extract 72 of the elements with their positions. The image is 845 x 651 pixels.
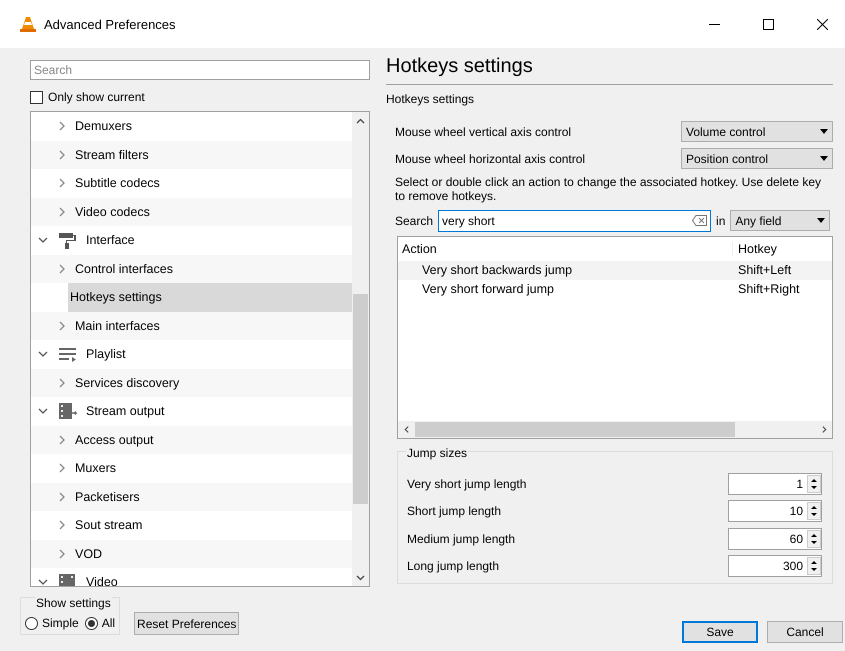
chevron-down-icon[interactable] [38,235,48,246]
tree-item[interactable]: Interface [86,226,141,254]
dialog-button[interactable]: Save [682,621,758,643]
setting-label: Mouse wheel horizontal axis control [395,152,586,166]
field-label: Medium jump length [407,532,516,546]
reset-preferences-button[interactable]: Reset Preferences [134,612,240,635]
radio-button[interactable] [25,616,38,630]
scroll-left-icon[interactable] [404,425,408,434]
number-spinbox[interactable]: 10 [728,500,822,522]
checkbox-label: Only show current [48,90,145,104]
tree-item[interactable]: Subtitle codecs [75,169,166,198]
search-field[interactable]: very short [438,210,712,232]
dropdown[interactable]: Position control [681,148,833,169]
number-spinbox[interactable]: 1 [728,472,822,495]
spin-arrows-icon[interactable] [807,474,821,493]
table-cell-text: Shift+Right [737,282,800,296]
hint-text: Select or double click an action to change the associated hotkey. Use delete key to remove hotkeys. [395,175,822,203]
caret-icon [820,156,828,161]
tree-item[interactable]: Muxers [75,454,122,482]
column-header[interactable]: Action [398,242,733,256]
field-label: Short jump length [407,504,502,518]
checkbox[interactable] [30,90,43,104]
tree-item[interactable]: Sout stream [75,511,148,540]
close-icon[interactable] [816,18,828,30]
spin-arrows-icon[interactable] [807,530,821,548]
window-title: Advanced Preferences [44,16,177,32]
section-title: Hotkeys settings [386,92,476,106]
scroll-up-icon[interactable] [356,118,365,124]
table-cell-text: Very short backwards jump [421,263,574,278]
field-label: Very short jump length [407,476,526,491]
in-label: in [716,214,726,228]
number-spinbox[interactable]: 60 [728,528,822,550]
tree-item[interactable]: VOD [75,540,108,568]
tree-item[interactable]: Demuxers [75,112,138,140]
chevron-down-icon[interactable] [38,349,48,360]
search-field[interactable]: Search [30,60,370,80]
tree-item[interactable]: Playlist [86,340,132,368]
tree-item[interactable]: Video [86,568,124,586]
scroll-right-icon[interactable] [822,425,826,434]
dropdown[interactable]: Volume control [681,121,833,142]
setting-label: Mouse wheel vertical axis control [395,124,572,138]
horizontal-scrollbar[interactable] [398,421,832,438]
dialog-button[interactable]: Cancel [767,621,843,643]
paint-roller-icon [58,230,78,250]
number-spinbox[interactable]: 300 [728,555,822,578]
traffic-cone-icon [20,16,36,32]
vertical-scrollbar[interactable] [352,112,369,586]
film-icon [58,572,78,586]
caret-icon [817,218,826,223]
chevron-down-icon[interactable] [38,406,48,416]
page-heading: Hotkeys settings [386,54,534,78]
scroll-down-icon[interactable] [356,574,365,580]
chevron-down-icon[interactable] [38,577,48,586]
radio-label: All [102,616,116,630]
clear-icon[interactable] [692,215,708,226]
table-cell-text: Shift+Left [737,263,792,278]
tree-item[interactable]: Stream output [86,397,171,426]
search-label: Search [395,214,434,228]
spin-arrows-icon[interactable] [807,557,821,576]
group-title: Show settings [35,596,112,610]
group-title: Jump sizes [406,446,468,460]
maximize-icon[interactable] [762,18,774,30]
caret-icon [820,129,828,134]
spin-arrows-icon[interactable] [807,502,821,520]
field-label: Long jump length [407,559,500,574]
column-header[interactable]: Hotkey [733,242,832,256]
table-cell-text: Very short forward jump [421,282,555,296]
radio-label: Simple [42,616,79,630]
tree-item[interactable]: Hotkeys settings [68,283,352,312]
dropdown[interactable]: Any field [730,210,830,231]
film-arrow-icon [58,401,78,422]
radio-button[interactable] [84,616,98,630]
